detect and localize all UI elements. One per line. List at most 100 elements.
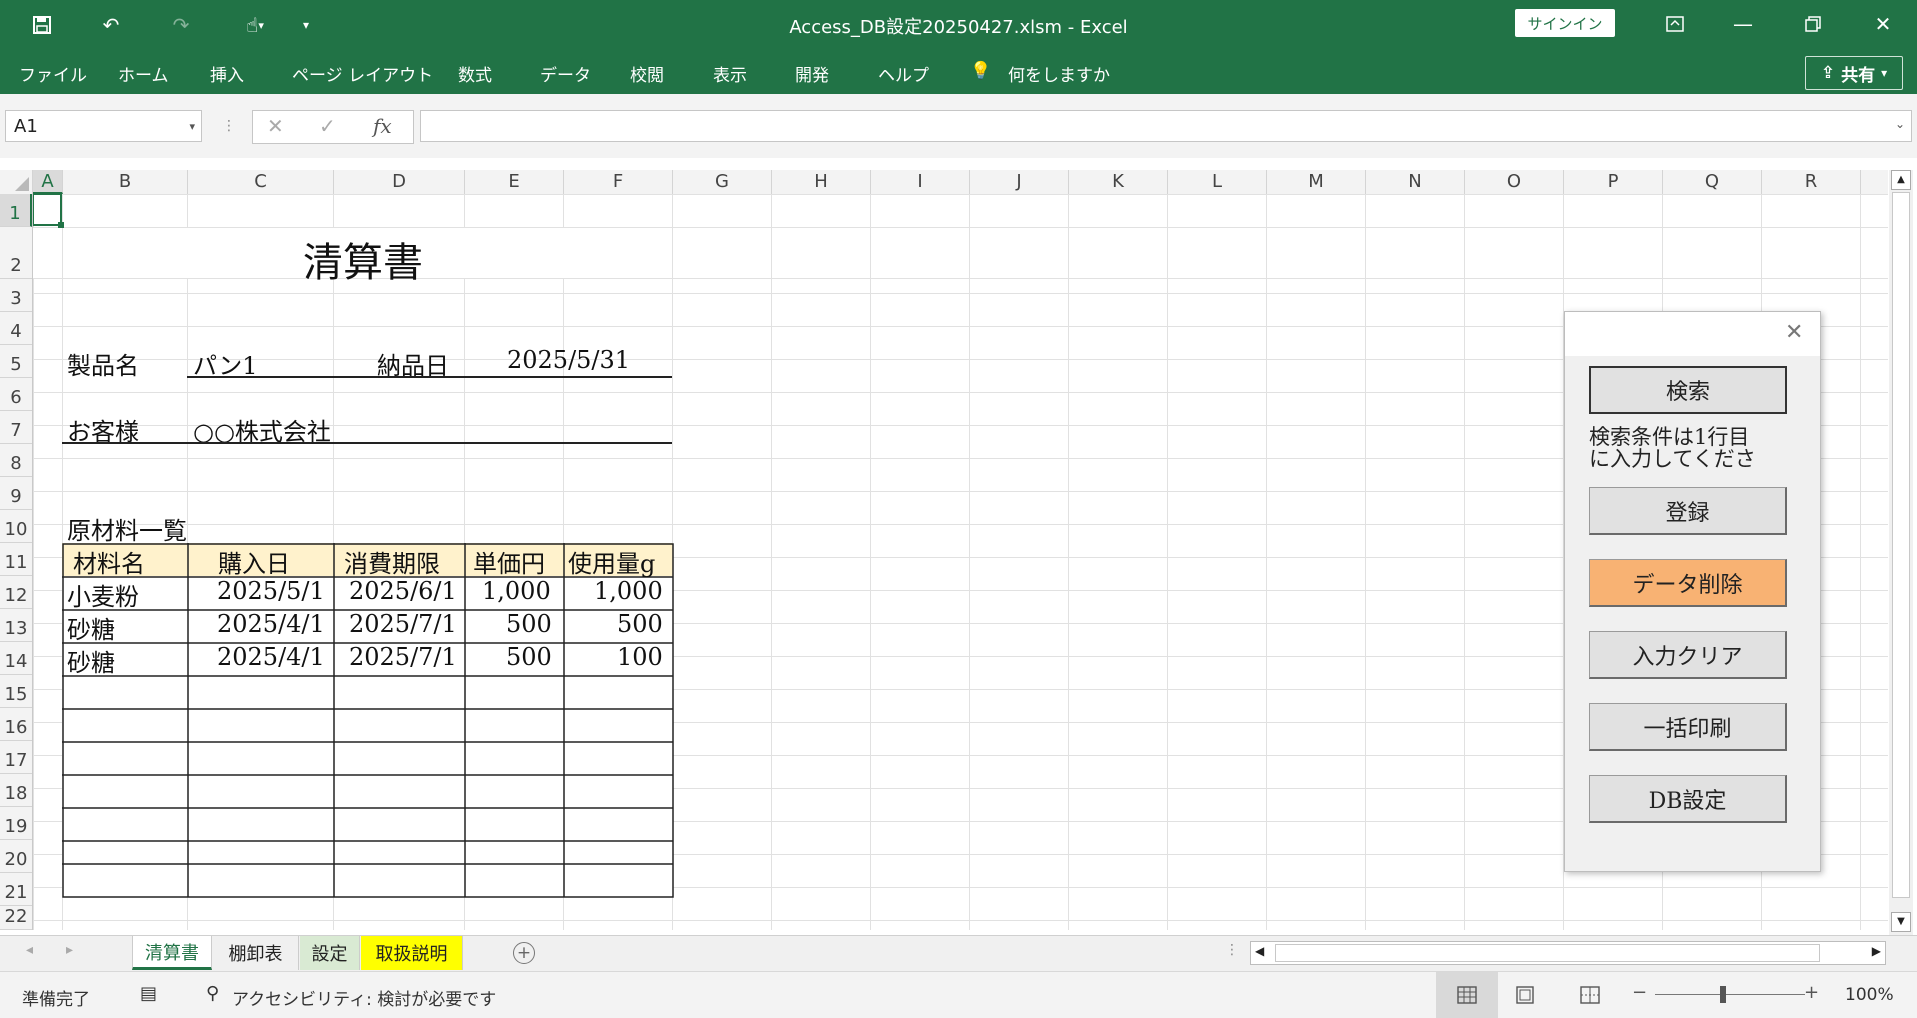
search-button[interactable]: 検索 xyxy=(1589,366,1787,414)
row-header[interactable]: 22 xyxy=(0,906,32,930)
column-header[interactable]: K xyxy=(1069,170,1168,194)
enter-icon[interactable]: ✓ xyxy=(319,114,336,138)
row-header[interactable]: 1 xyxy=(0,194,32,227)
signin-button[interactable]: サインイン xyxy=(1515,9,1615,37)
row-header[interactable]: 16 xyxy=(0,708,32,741)
more-icon[interactable]: ⋮ xyxy=(1225,942,1239,958)
row-header[interactable]: 2 xyxy=(0,227,32,279)
zoom-out-icon[interactable]: − xyxy=(1632,982,1647,1003)
sheet-tab-seisansho[interactable]: 清算書 xyxy=(132,936,212,970)
row-header[interactable]: 18 xyxy=(0,774,32,807)
db-settings-button[interactable]: DB設定 xyxy=(1589,775,1787,823)
row-header[interactable]: 3 xyxy=(0,279,32,312)
batch-print-button[interactable]: 一括印刷 xyxy=(1589,703,1787,751)
column-header[interactable]: R xyxy=(1762,170,1861,194)
horizontal-scrollbar[interactable]: ◀ ▶ xyxy=(1250,941,1886,965)
column-header[interactable]: A xyxy=(33,170,63,194)
zoom-in-icon[interactable]: + xyxy=(1804,982,1819,1003)
row-header[interactable]: 13 xyxy=(0,609,32,642)
column-header[interactable]: M xyxy=(1267,170,1366,194)
scroll-thumb[interactable] xyxy=(1892,192,1910,898)
minimize-icon[interactable]: — xyxy=(1720,8,1766,40)
row-header[interactable]: 8 xyxy=(0,444,32,477)
row-header[interactable]: 21 xyxy=(0,873,32,906)
row-header[interactable]: 6 xyxy=(0,378,32,411)
row-header[interactable]: 19 xyxy=(0,807,32,840)
row-header[interactable]: 15 xyxy=(0,675,32,708)
macro-record-icon[interactable]: ▤ xyxy=(140,983,157,1004)
cancel-icon[interactable]: ✕ xyxy=(267,114,284,138)
row-header[interactable]: 12 xyxy=(0,576,32,609)
tab-insert[interactable]: 挿入 xyxy=(210,61,244,86)
add-sheet-icon[interactable]: + xyxy=(513,942,535,964)
column-header[interactable]: O xyxy=(1465,170,1564,194)
scroll-up-icon[interactable]: ▲ xyxy=(1891,170,1911,190)
vertical-scrollbar[interactable]: ▲ ▼ xyxy=(1889,170,1913,935)
next-sheet-icon[interactable]: ▸ xyxy=(66,942,73,958)
tab-file[interactable]: ファイル xyxy=(19,61,87,86)
tab-view[interactable]: 表示 xyxy=(713,61,747,86)
restore-icon[interactable] xyxy=(1790,8,1836,40)
sheet-tab-settings[interactable]: 設定 xyxy=(300,936,360,970)
tab-data[interactable]: データ xyxy=(540,61,591,86)
row-header[interactable]: 10 xyxy=(0,510,32,543)
tab-review[interactable]: 校閲 xyxy=(630,61,664,86)
column-header[interactable]: P xyxy=(1564,170,1663,194)
page-break-view-icon[interactable] xyxy=(1580,986,1600,1009)
table-cell: 1,000 xyxy=(594,577,663,605)
column-header[interactable]: Q xyxy=(1663,170,1762,194)
column-header[interactable]: E xyxy=(465,170,564,194)
prev-sheet-icon[interactable]: ◂ xyxy=(26,942,33,958)
zoom-slider-thumb[interactable] xyxy=(1720,986,1726,1003)
row-header[interactable]: 14 xyxy=(0,642,32,675)
scroll-right-icon[interactable]: ▶ xyxy=(1872,944,1881,958)
fill-handle[interactable] xyxy=(58,222,64,228)
close-icon[interactable]: ✕ xyxy=(1785,320,1803,345)
row-header[interactable]: 4 xyxy=(0,312,32,345)
row-header[interactable]: 7 xyxy=(0,411,32,444)
accessibility-status[interactable]: アクセシビリティ: 検討が必要です xyxy=(232,985,496,1010)
tab-developer[interactable]: 開発 xyxy=(795,61,829,86)
zoom-level[interactable]: 100% xyxy=(1845,985,1894,1005)
delete-data-button[interactable]: データ削除 xyxy=(1589,559,1787,607)
column-header[interactable]: J xyxy=(970,170,1069,194)
tab-help[interactable]: ヘルプ xyxy=(878,61,929,86)
scroll-thumb[interactable] xyxy=(1275,944,1820,962)
tell-me-search[interactable]: 何をしますか xyxy=(1008,61,1110,86)
close-icon[interactable]: ✕ xyxy=(1860,8,1906,40)
select-all-corner[interactable] xyxy=(0,170,33,194)
column-header[interactable]: G xyxy=(673,170,772,194)
row-header[interactable]: 20 xyxy=(0,840,32,873)
scroll-down-icon[interactable]: ▼ xyxy=(1891,912,1911,932)
column-header[interactable]: F xyxy=(564,170,673,194)
column-header[interactable]: H xyxy=(772,170,871,194)
tab-home[interactable]: ホーム xyxy=(118,61,169,86)
column-header[interactable]: N xyxy=(1366,170,1465,194)
column-header[interactable]: I xyxy=(871,170,970,194)
column-header[interactable]: D xyxy=(334,170,465,194)
row-header[interactable]: 11 xyxy=(0,543,32,576)
chevron-down-icon[interactable]: ⌄ xyxy=(1895,117,1905,131)
sheet-tab-manual[interactable]: 取扱説明 xyxy=(361,936,463,970)
column-header[interactable]: C xyxy=(188,170,334,194)
zoom-slider[interactable] xyxy=(1655,994,1805,995)
chevron-down-icon[interactable]: ▾ xyxy=(189,111,195,143)
row-header[interactable]: 9 xyxy=(0,477,32,510)
column-header[interactable]: L xyxy=(1168,170,1267,194)
tab-formulas[interactable]: 数式 xyxy=(458,61,492,86)
page-layout-view-icon[interactable] xyxy=(1515,986,1535,1009)
normal-view-button[interactable] xyxy=(1436,972,1498,1018)
register-button[interactable]: 登録 xyxy=(1589,487,1787,535)
formula-input[interactable]: ⌄ xyxy=(420,110,1912,142)
tab-page-layout[interactable]: ページ レイアウト xyxy=(292,61,433,86)
share-button[interactable]: ⇪ 共有 ▾ xyxy=(1805,56,1903,90)
name-box[interactable]: A1 ▾ xyxy=(5,110,202,142)
insert-function-icon[interactable]: fx xyxy=(373,114,392,138)
sheet-tab-tanaoroshi[interactable]: 棚卸表 xyxy=(213,936,299,970)
scroll-left-icon[interactable]: ◀ xyxy=(1255,944,1264,958)
ribbon-display-icon[interactable] xyxy=(1652,8,1698,40)
row-header[interactable]: 5 xyxy=(0,345,32,378)
clear-input-button[interactable]: 入力クリア xyxy=(1589,631,1787,679)
column-header[interactable]: B xyxy=(63,170,188,194)
row-header[interactable]: 17 xyxy=(0,741,32,774)
